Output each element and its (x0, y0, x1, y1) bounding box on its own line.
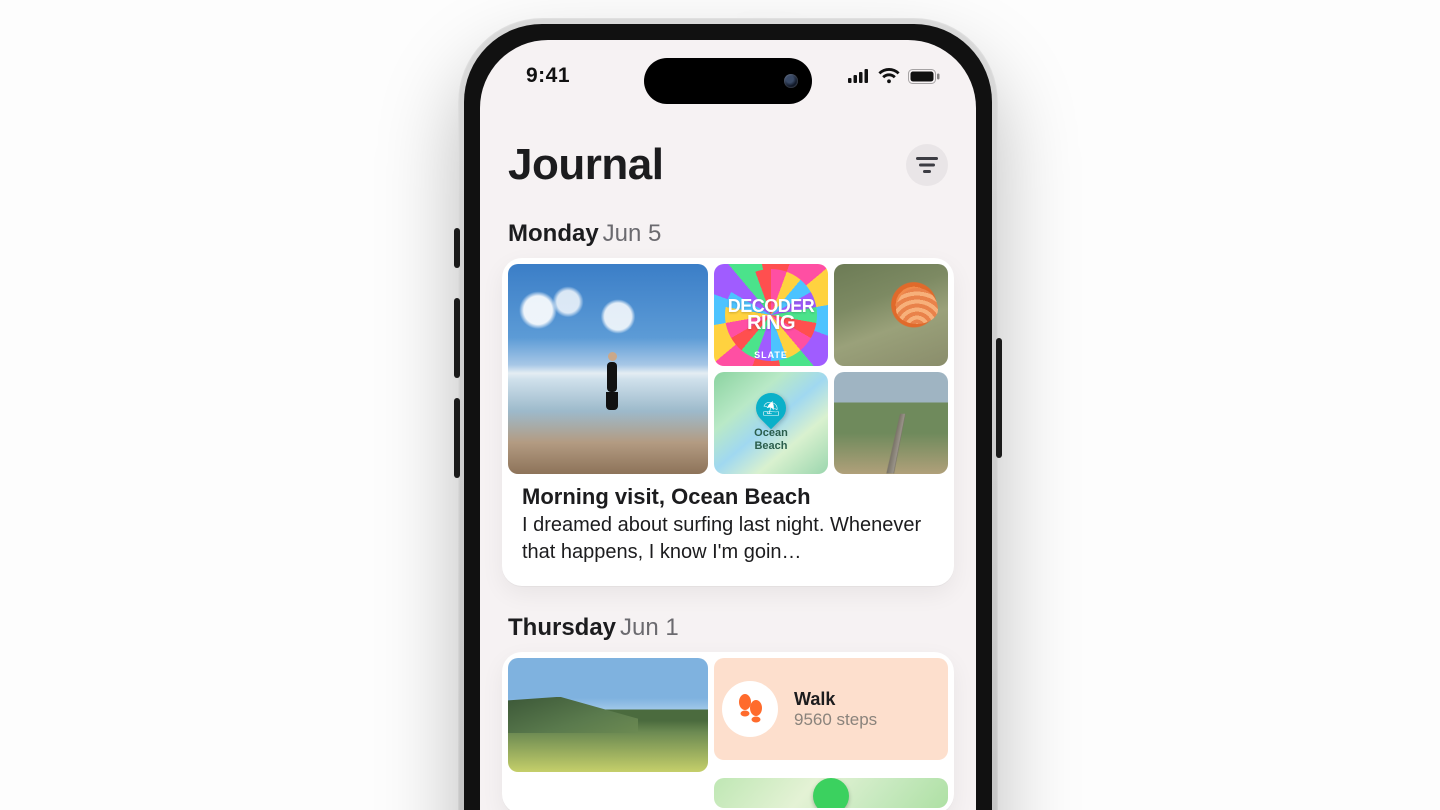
photo-seashell[interactable] (834, 264, 948, 366)
podcast-publisher: SLATE (754, 350, 788, 360)
cellular-icon (848, 69, 870, 83)
day-header: ThursdayJun 1 (508, 614, 948, 642)
map-pin-icon: ⛱ (750, 387, 792, 429)
activity-detail: 9560 steps (794, 710, 877, 730)
podcast-art-decoder-ring[interactable]: DECODER RING SLATE (714, 264, 828, 366)
photo-landscape[interactable] (508, 658, 708, 772)
podcast-title-line2: RING (747, 314, 795, 332)
day-header: MondayJun 5 (508, 220, 948, 248)
filter-icon (916, 157, 938, 173)
footsteps-icon (735, 693, 765, 725)
phone-screen: 9:41 Journal (480, 40, 976, 810)
wifi-icon (878, 68, 900, 84)
map-thumbnail[interactable]: ⛱ Ocean Beach (714, 372, 828, 474)
dynamic-island (644, 58, 812, 104)
power-button (996, 338, 1002, 458)
walk-icon-wrap (722, 681, 778, 737)
battery-icon (908, 69, 940, 84)
photo-beach[interactable] (508, 264, 708, 474)
page-title: Journal (508, 140, 663, 190)
person-figure (604, 352, 620, 408)
entry-title: Morning visit, Ocean Beach (522, 484, 934, 510)
photo-countryside-road[interactable] (834, 372, 948, 474)
entry-text: Morning visit, Ocean Beach I dreamed abo… (508, 474, 948, 580)
entry-body: I dreamed about surfing last night. When… (522, 512, 934, 566)
day-of-week: Monday (508, 220, 599, 247)
day-of-week: Thursday (508, 614, 616, 641)
status-icons (848, 68, 940, 84)
journal-entry-card[interactable]: DECODER RING SLATE ⛱ Ocean Beach (502, 258, 954, 586)
status-time: 9:41 (526, 64, 570, 88)
entry-media-grid: DECODER RING SLATE ⛱ Ocean Beach (508, 264, 948, 474)
activity-walk-card[interactable]: Walk 9560 steps (714, 658, 948, 760)
entry-media-grid: Walk 9560 steps (508, 658, 948, 772)
map-location-label: Ocean Beach (754, 427, 788, 452)
map-thumbnail[interactable] (714, 778, 948, 808)
filter-button[interactable] (906, 144, 948, 186)
phone-bezel: 9:41 Journal (464, 24, 992, 810)
journal-entry-card[interactable]: Walk 9560 steps (502, 652, 954, 810)
volume-up-button (454, 298, 460, 378)
front-camera (784, 74, 798, 88)
volume-down-button (454, 398, 460, 478)
activity-text: Walk 9560 steps (794, 689, 877, 730)
app-content: Journal MondayJun 5 (480, 132, 976, 810)
app-header: Journal (508, 140, 948, 190)
silence-switch (454, 228, 460, 268)
phone-frame: 9:41 Journal (458, 18, 998, 810)
day-date: Jun 1 (616, 614, 679, 641)
map-pin-icon (813, 778, 849, 808)
day-date: Jun 5 (599, 220, 662, 247)
activity-label: Walk (794, 689, 877, 710)
